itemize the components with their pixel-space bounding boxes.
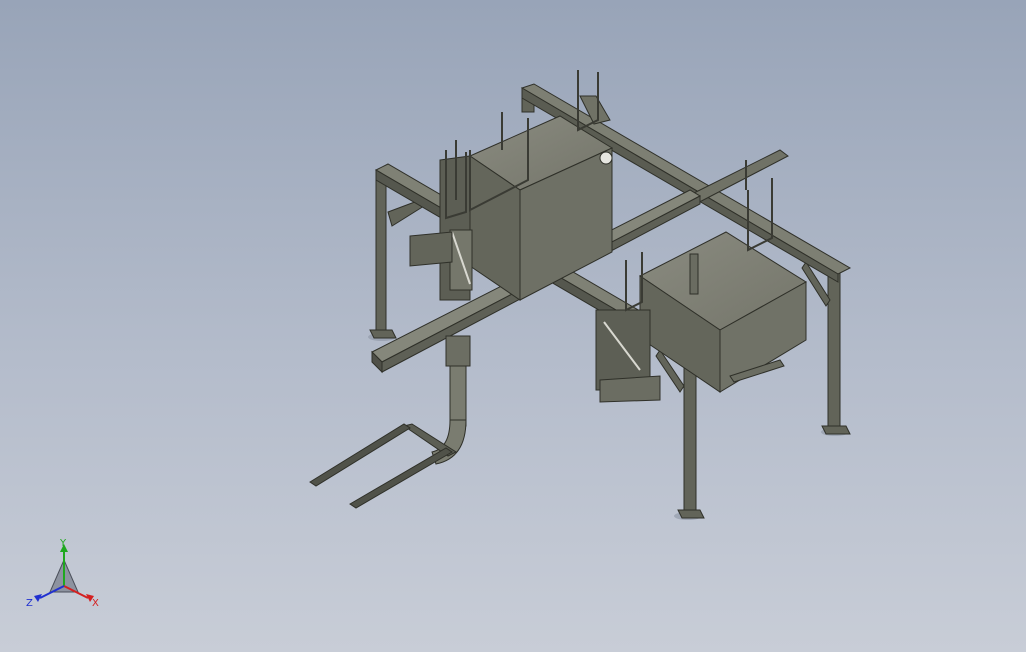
fork-tine-1 bbox=[309, 423, 411, 487]
leg-back-right bbox=[827, 264, 841, 429]
z-axis-label: Z bbox=[26, 598, 33, 609]
orientation-triad[interactable]: Y X Z bbox=[24, 538, 104, 614]
x-axis-label: X bbox=[92, 598, 99, 609]
assembly-model[interactable] bbox=[0, 0, 1026, 652]
pipe-coupling bbox=[445, 335, 471, 367]
leg-front-right bbox=[683, 354, 697, 513]
y-axis-label: Y bbox=[59, 538, 67, 549]
fork-tine-2 bbox=[349, 447, 453, 509]
graphics-viewport[interactable]: Y X Z bbox=[0, 0, 1026, 652]
right-tank-unit bbox=[595, 231, 807, 403]
left-tank-unit bbox=[409, 115, 614, 301]
leg-front-left bbox=[375, 177, 387, 333]
pipe-vertical bbox=[449, 365, 467, 427]
